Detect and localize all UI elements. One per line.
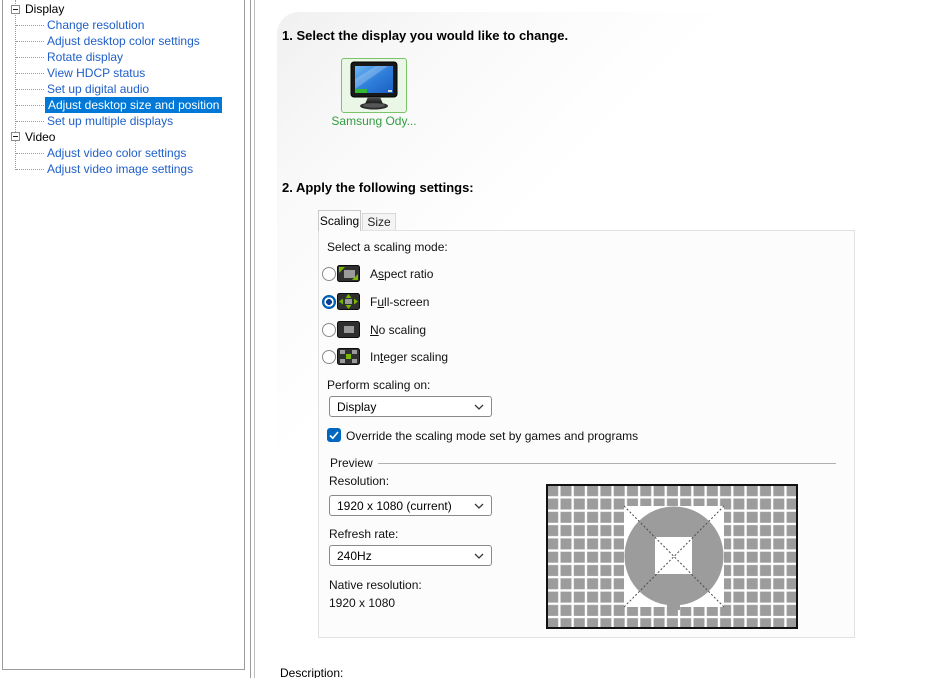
tab-size[interactable]: Size xyxy=(362,213,396,230)
minus-glyph xyxy=(13,9,18,10)
aspect-ratio-icon xyxy=(337,265,360,282)
preview-group-label: Preview xyxy=(330,456,373,470)
tree-item-label: Rotate display xyxy=(47,50,124,64)
nvidia-control-panel: Display Change resolution Adjust desktop… xyxy=(0,0,945,678)
tree-group-video[interactable]: Video xyxy=(3,129,244,145)
preview-group-line xyxy=(378,463,836,464)
tree-item-label: Change resolution xyxy=(47,18,145,32)
radio-no-scaling[interactable] xyxy=(322,323,336,337)
tree-item-view-hdcp-status[interactable]: View HDCP status xyxy=(3,65,244,81)
native-resolution-value: 1920 x 1080 xyxy=(329,596,396,610)
label-post: pect ratio xyxy=(384,267,434,281)
tree-connector xyxy=(16,41,44,42)
label-pre: A xyxy=(370,267,379,281)
tree-group-label: Video xyxy=(25,130,56,144)
tree-item-label: Adjust desktop color settings xyxy=(47,34,200,48)
dropdown-value: 1920 x 1080 (current) xyxy=(337,498,452,513)
radio-aspect-ratio[interactable] xyxy=(322,267,336,281)
label-mnemonic: N xyxy=(370,323,379,337)
resolution-label: Resolution: xyxy=(329,474,390,488)
step1-heading: 1. Select the display you would like to … xyxy=(282,28,569,43)
scaling-preview-image xyxy=(546,484,798,629)
step2-heading: 2. Apply the following settings: xyxy=(282,180,474,195)
tree-item-label: Adjust video image settings xyxy=(47,162,194,176)
chevron-down-icon xyxy=(474,503,484,509)
tree-item-adjust-video-image[interactable]: Adjust video image settings xyxy=(3,161,244,177)
tree-item-label: Adjust video color settings xyxy=(47,146,187,160)
tree-item-label-selected: Adjust desktop size and position xyxy=(45,97,223,113)
tree-connector xyxy=(16,73,44,74)
panel-splitter[interactable] xyxy=(250,0,251,678)
tree-connector xyxy=(16,121,44,122)
label-post: ll-screen xyxy=(384,295,430,309)
tree-item-rotate-display[interactable]: Rotate display xyxy=(3,49,244,65)
override-checkbox[interactable] xyxy=(327,428,341,442)
label-post: o scaling xyxy=(378,323,427,337)
no-scaling-icon xyxy=(337,321,360,338)
no-scaling-label[interactable]: No scaling xyxy=(370,323,426,337)
tree-item-change-resolution[interactable]: Change resolution xyxy=(3,17,244,33)
tree-item-set-up-digital-audio[interactable]: Set up digital audio xyxy=(3,81,244,97)
tree-item-label: Set up multiple displays xyxy=(47,114,174,128)
perform-scaling-label: Perform scaling on: xyxy=(327,378,431,392)
full-screen-icon xyxy=(337,293,360,310)
tree-item-adjust-desktop-color[interactable]: Adjust desktop color settings xyxy=(3,33,244,49)
radio-integer-scaling[interactable] xyxy=(322,350,336,364)
resolution-dropdown[interactable]: 1920 x 1080 (current) xyxy=(329,495,492,516)
label-post: eger scaling xyxy=(383,350,449,364)
check-icon xyxy=(329,431,339,440)
display-name-label: Samsung Ody... xyxy=(331,114,417,128)
display-thumbnail-selected[interactable] xyxy=(341,58,407,113)
refresh-rate-dropdown[interactable]: 240Hz xyxy=(329,545,492,566)
tree-connector xyxy=(16,169,44,170)
task-tree-panel: Display Change resolution Adjust desktop… xyxy=(2,0,245,670)
tree-connector xyxy=(16,25,44,26)
tree-item-label: View HDCP status xyxy=(47,66,146,80)
tree-item-adjust-desktop-size-position[interactable]: Adjust desktop size and position xyxy=(3,97,244,113)
panel-splitter-highlight xyxy=(254,0,255,678)
integer-scaling-icon xyxy=(337,348,360,365)
tree-item-set-up-multiple-displays[interactable]: Set up multiple displays xyxy=(3,113,244,129)
label-pre: In xyxy=(370,350,381,364)
dropdown-value: 240Hz xyxy=(337,548,372,563)
tab-scaling[interactable]: Scaling xyxy=(318,210,361,231)
scaling-mode-section-label: Select a scaling mode: xyxy=(327,240,448,254)
collapse-icon[interactable] xyxy=(11,132,20,141)
tree-connector xyxy=(16,153,44,154)
description-label: Description: xyxy=(280,666,344,678)
aspect-ratio-label[interactable]: Aspect ratio xyxy=(370,267,433,281)
integer-scaling-label[interactable]: Integer scaling xyxy=(370,350,448,364)
override-label: Override the scaling mode set by games a… xyxy=(346,429,639,443)
dropdown-value: Display xyxy=(337,399,377,414)
tree-connector xyxy=(16,105,44,106)
refresh-rate-label: Refresh rate: xyxy=(329,527,399,541)
chevron-down-icon xyxy=(474,553,484,559)
tree-connector xyxy=(16,57,44,58)
tree-item-adjust-video-color[interactable]: Adjust video color settings xyxy=(3,145,244,161)
chevron-down-icon xyxy=(474,404,484,410)
perform-scaling-dropdown[interactable]: Display xyxy=(329,396,492,417)
tree-group-display[interactable]: Display xyxy=(3,1,244,17)
collapse-icon[interactable] xyxy=(11,5,20,14)
minus-glyph xyxy=(13,136,18,137)
monitor-icon xyxy=(350,61,398,110)
radio-full-screen[interactable] xyxy=(322,295,336,309)
tree-item-label: Set up digital audio xyxy=(47,82,150,96)
full-screen-label[interactable]: Full-screen xyxy=(370,295,429,309)
native-resolution-label: Native resolution: xyxy=(329,578,422,592)
tree-group-label: Display xyxy=(25,2,65,16)
tree-connector xyxy=(16,89,44,90)
